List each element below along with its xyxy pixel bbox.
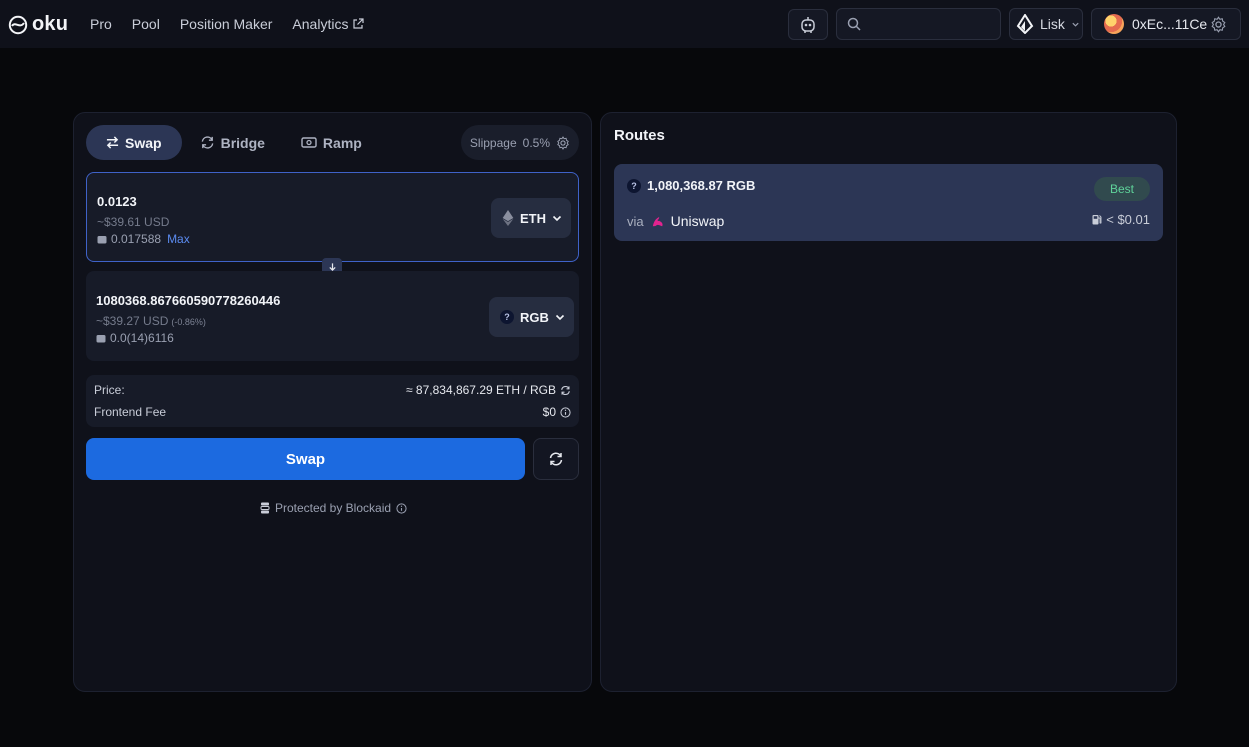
unknown-token-icon: ? xyxy=(500,310,514,324)
route-gas-fee: < $0.01 xyxy=(1092,212,1150,227)
to-balance: 0.0(14)6116 xyxy=(96,331,174,345)
robot-icon xyxy=(801,16,815,33)
top-navigation-bar: oku Pro Pool Position Maker Analytics Li… xyxy=(0,0,1249,48)
price-row: Price: ≈ 87,834,867.29 ETH / RGB xyxy=(94,383,571,397)
slippage-value: 0.5% xyxy=(522,135,550,150)
from-balance-value: 0.017588 xyxy=(111,232,162,246)
search-box[interactable] xyxy=(836,8,1001,40)
to-usd-value: ~$39.27 USD (-0.86%) xyxy=(96,314,206,328)
nav-item-analytics[interactable]: Analytics xyxy=(292,16,365,32)
oku-logo-icon xyxy=(8,15,28,34)
from-token-box[interactable]: 0.0123 ~$39.61 USD 0.017588 Max ETH xyxy=(86,172,579,262)
fee-label: Frontend Fee xyxy=(94,405,167,419)
route-gas-value: < $0.01 xyxy=(1106,212,1150,227)
routes-title: Routes xyxy=(614,127,665,144)
trade-info: Price: ≈ 87,834,867.29 ETH / RGB Fronten… xyxy=(86,375,579,427)
route-dex: Uniswap xyxy=(670,213,725,229)
gear-icon[interactable] xyxy=(1210,16,1227,33)
swap-button[interactable]: Swap xyxy=(86,438,525,480)
chain-selector[interactable]: Lisk xyxy=(1009,8,1083,40)
wallet-icon xyxy=(96,334,106,342)
account-address: 0xEc...11Ce xyxy=(1132,16,1208,32)
main-nav: Pro Pool Position Maker Analytics xyxy=(90,0,365,48)
brand-name: oku xyxy=(32,13,69,35)
protected-notice: Protected by Blockaid xyxy=(74,501,593,515)
chevron-down-icon xyxy=(552,215,562,222)
to-token-symbol: RGB xyxy=(520,309,549,325)
lisk-logo-icon xyxy=(1016,14,1034,34)
best-route-badge: Best xyxy=(1094,177,1150,201)
slippage-button[interactable]: Slippage 0.5% xyxy=(460,125,579,160)
route-via: via Uniswap xyxy=(627,213,724,229)
swap-arrows-icon xyxy=(106,136,119,149)
chevron-down-icon xyxy=(555,314,564,321)
max-button[interactable]: Max xyxy=(167,232,190,246)
to-usd-amount: ~$39.27 USD xyxy=(96,314,169,328)
nav-item-pool[interactable]: Pool xyxy=(132,16,160,32)
from-token-symbol: ETH xyxy=(520,210,546,226)
oku-logo[interactable]: oku xyxy=(8,13,68,36)
fee-value: $0 xyxy=(542,405,556,419)
gas-pump-icon xyxy=(1092,215,1102,225)
from-usd-value: ~$39.61 USD xyxy=(97,215,170,229)
tab-ramp[interactable]: Ramp xyxy=(283,125,380,160)
price-impact: (-0.86%) xyxy=(171,317,206,327)
nav-item-pro[interactable]: Pro xyxy=(90,16,112,32)
fee-value-group: $0 xyxy=(543,405,571,419)
refresh-quote-button[interactable] xyxy=(533,438,579,480)
search-input[interactable] xyxy=(867,16,997,32)
to-balance-value: 0.0(14)6116 xyxy=(110,331,174,345)
to-token-selector[interactable]: ? RGB xyxy=(489,297,574,337)
gear-icon xyxy=(557,135,569,150)
route-amount: 1,080,368.87 RGB xyxy=(647,178,756,193)
fee-row: Frontend Fee $0 xyxy=(94,405,571,419)
assistant-button[interactable] xyxy=(788,9,828,40)
tab-bridge[interactable]: Bridge xyxy=(182,125,283,160)
chevron-down-icon xyxy=(1072,22,1079,27)
refresh-cycle-icon xyxy=(201,136,213,149)
tab-ramp-label: Ramp xyxy=(322,134,362,151)
avatar xyxy=(1104,14,1124,34)
search-icon xyxy=(847,17,861,31)
blockaid-logo-icon xyxy=(260,502,270,514)
account-button[interactable]: 0xEc...11Ce xyxy=(1091,8,1241,40)
tab-bridge-label: Bridge xyxy=(220,134,265,151)
to-amount-value[interactable]: 1080368.867660590778260446 xyxy=(96,293,280,308)
from-amount-input[interactable]: 0.0123 xyxy=(97,194,137,209)
price-value-group: ≈ 87,834,867.29 ETH / RGB xyxy=(406,383,571,397)
invert-price-icon[interactable] xyxy=(560,385,571,396)
unknown-token-icon: ? xyxy=(627,178,641,193)
info-icon[interactable] xyxy=(560,406,571,418)
route-option[interactable]: ? 1,080,368.87 RGB Best via Uniswap < $0… xyxy=(614,164,1163,241)
ethereum-icon xyxy=(502,210,514,226)
tab-swap[interactable]: Swap xyxy=(86,125,182,160)
route-output: ? 1,080,368.87 RGB xyxy=(627,178,755,193)
banknote-icon xyxy=(301,137,317,148)
swap-tabs: Swap Bridge Ramp xyxy=(86,125,380,161)
from-token-selector[interactable]: ETH xyxy=(491,198,571,238)
to-token-box[interactable]: 1080368.867660590778260446 ~$39.27 USD (-… xyxy=(86,271,579,361)
routes-panel: Routes ? 1,080,368.87 RGB Best via Unisw… xyxy=(600,112,1177,692)
info-icon[interactable] xyxy=(396,502,407,514)
via-label: via xyxy=(627,213,644,229)
price-value: ≈ 87,834,867.29 ETH / RGB xyxy=(406,383,556,397)
slippage-label: Slippage xyxy=(469,135,517,150)
swap-panel: Swap Bridge Ramp Slippage 0.5% 0.0123 ~$… xyxy=(73,112,592,692)
price-label: Price: xyxy=(94,383,125,397)
tab-swap-label: Swap xyxy=(125,134,162,151)
refresh-icon xyxy=(549,452,563,466)
nav-item-analytics-label: Analytics xyxy=(292,16,349,32)
wallet-icon xyxy=(97,235,107,243)
external-link-icon xyxy=(353,18,365,29)
protected-text: Protected by Blockaid xyxy=(274,501,392,515)
chain-name: Lisk xyxy=(1040,16,1065,32)
from-balance: 0.017588 Max xyxy=(97,232,190,246)
nav-item-position-maker[interactable]: Position Maker xyxy=(180,16,273,32)
uniswap-logo-icon xyxy=(652,216,663,226)
